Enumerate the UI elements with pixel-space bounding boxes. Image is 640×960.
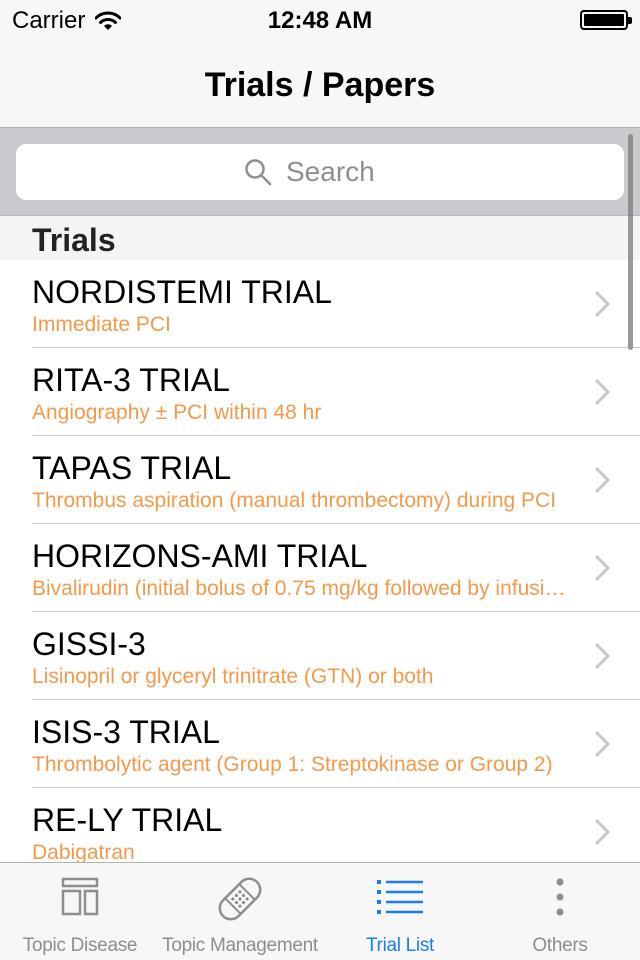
status-bar: Carrier 12:48 AM <box>0 0 640 40</box>
table-row[interactable]: RITA-3 TRIAL Angiography ± PCI within 48… <box>0 348 640 436</box>
chevron-right-icon <box>594 554 610 582</box>
tab-topic-disease[interactable]: Topic Disease <box>0 863 160 960</box>
row-subtitle: Thrombolytic agent (Group 1: Streptokina… <box>32 753 553 776</box>
battery-nub <box>628 17 632 24</box>
status-time: 12:48 AM <box>267 7 373 34</box>
search-input[interactable] <box>286 156 396 188</box>
chevron-right-icon <box>594 818 610 846</box>
table-row[interactable]: ISIS-3 TRIAL Thrombolytic agent (Group 1… <box>0 700 640 788</box>
table-row[interactable]: GISSI-3 Lisinopril or glyceryl trinitrat… <box>0 612 640 700</box>
navigation-bar: Trials / Papers <box>0 40 640 128</box>
row-subtitle: Bivalirudin (initial bolus of 0.75 mg/kg… <box>32 577 572 600</box>
row-subtitle: Immediate PCI <box>32 313 171 336</box>
tab-label: Topic Management <box>162 935 318 956</box>
row-title: NORDISTEMI TRIAL <box>32 274 332 310</box>
row-subtitle: Dabigatran <box>32 841 135 862</box>
tab-topic-management[interactable]: Topic Management <box>160 863 320 960</box>
chevron-right-icon <box>594 642 610 670</box>
table-row[interactable]: HORIZONS-AMI TRIAL Bivalirudin (initial … <box>0 524 640 612</box>
tab-label: Others <box>532 935 588 956</box>
row-title: ISIS-3 TRIAL <box>32 714 220 750</box>
tab-trial-list[interactable]: Trial List <box>320 863 480 960</box>
row-title: RE-LY TRIAL <box>32 802 223 838</box>
list-icon <box>377 880 423 914</box>
tab-others[interactable]: Others <box>480 863 640 960</box>
row-title: TAPAS TRIAL <box>32 450 232 486</box>
table-row[interactable]: RE-LY TRIAL Dabigatran <box>0 788 640 862</box>
chevron-right-icon <box>594 466 610 494</box>
page-title: Trials / Papers <box>204 66 436 104</box>
row-subtitle: Thrombus aspiration (manual thrombectomy… <box>32 489 557 512</box>
chevron-right-icon <box>594 290 610 318</box>
scrollbar[interactable] <box>628 134 633 350</box>
section-header: Trials <box>0 216 640 260</box>
row-subtitle: Lisinopril or glyceryl trinitrate (GTN) … <box>32 665 434 688</box>
chevron-right-icon <box>594 378 610 406</box>
bandage-icon <box>218 877 262 921</box>
search-icon <box>245 159 272 186</box>
table-row[interactable]: NORDISTEMI TRIAL Immediate PCI <box>0 260 640 348</box>
search-field[interactable] <box>16 144 624 200</box>
tab-label: Topic Disease <box>22 935 138 956</box>
row-title: HORIZONS-AMI TRIAL <box>32 538 368 574</box>
row-title: GISSI-3 <box>32 626 146 662</box>
more-icon <box>556 878 564 916</box>
battery-fill <box>584 14 624 26</box>
search-bar <box>0 128 640 216</box>
tab-label: Trial List <box>365 935 435 956</box>
row-subtitle: Angiography ± PCI within 48 hr <box>32 401 322 424</box>
trial-list: NORDISTEMI TRIAL Immediate PCI RITA-3 TR… <box>0 260 640 862</box>
layout-icon <box>61 877 99 916</box>
table-row[interactable]: TAPAS TRIAL Thrombus aspiration (manual … <box>0 436 640 524</box>
chevron-right-icon <box>594 730 610 758</box>
section-title: Trials <box>32 222 116 258</box>
tab-bar: Topic Disease Topic Management Trial Lis… <box>0 862 640 960</box>
row-title: RITA-3 TRIAL <box>32 362 230 398</box>
battery-icon <box>580 10 632 30</box>
